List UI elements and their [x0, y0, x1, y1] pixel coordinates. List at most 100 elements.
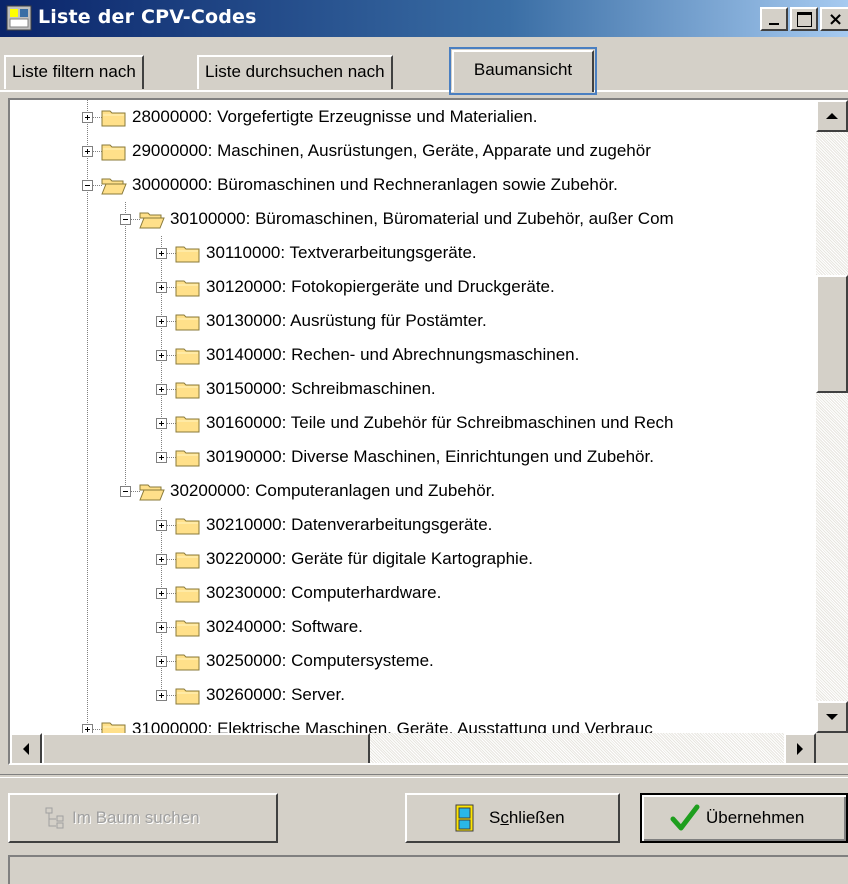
tab-search[interactable]: Liste durchsuchen nach [197, 55, 393, 89]
tree-node-label[interactable]: 30250000: Computersysteme. [206, 651, 434, 671]
vertical-scroll-thumb[interactable] [816, 275, 848, 393]
folder-icon [175, 314, 200, 331]
expand-icon[interactable] [82, 724, 93, 733]
tree-node[interactable]: 28000000: Vorgefertigte Erzeugnisse und … [10, 100, 816, 134]
tab-filter-label: Liste filtern nach [12, 62, 136, 81]
tree-node-label[interactable]: 30140000: Rechen- und Abrechnungsmaschin… [206, 345, 579, 365]
expand-icon[interactable] [156, 316, 167, 327]
open-folder-icon [101, 178, 127, 195]
tree-node-label[interactable]: 30000000: Büromaschinen und Rechneranlag… [132, 175, 618, 195]
tree-node-label[interactable]: 30190000: Diverse Maschinen, Einrichtung… [206, 447, 654, 467]
expand-icon[interactable] [82, 146, 93, 157]
tree-node[interactable]: 30160000: Teile und Zubehör für Schreibm… [10, 406, 816, 440]
expand-icon[interactable] [156, 282, 167, 293]
folder-icon [101, 144, 126, 161]
expand-icon[interactable] [156, 452, 167, 463]
tree-node[interactable]: 30220000: Geräte für digitale Kartograph… [10, 542, 816, 576]
tree-node[interactable]: 30210000: Datenverarbeitungsgeräte. [10, 508, 816, 542]
apply-button-label: Übernehmen [706, 808, 805, 827]
tab-panel-border [0, 90, 848, 92]
tree-node[interactable]: 30150000: Schreibmaschinen. [10, 372, 816, 406]
folder-icon [175, 280, 200, 297]
tree-node[interactable]: 30240000: Software. [10, 610, 816, 644]
expand-icon[interactable] [156, 520, 167, 531]
expand-icon[interactable] [156, 588, 167, 599]
tree-node-label[interactable]: 30240000: Software. [206, 617, 363, 637]
tree-node[interactable]: 30190000: Diverse Maschinen, Einrichtung… [10, 440, 816, 474]
collapse-icon[interactable] [120, 486, 131, 497]
horizontal-scroll-thumb[interactable] [42, 733, 370, 763]
apply-button[interactable]: Übernehmen [640, 793, 848, 843]
tree-node[interactable]: 30120000: Fotokopiergeräte und Druckgerä… [10, 270, 816, 304]
open-folder-icon [139, 212, 165, 229]
maximize-icon [797, 12, 812, 27]
expand-icon[interactable] [156, 656, 167, 667]
close-button[interactable]: Schließen [405, 793, 620, 843]
folder-icon [101, 110, 126, 127]
tree-node[interactable]: 30110000: Textverarbeitungsgeräte. [10, 236, 816, 270]
tree-node-label[interactable]: 30100000: Büromaschinen, Büromaterial un… [170, 209, 674, 229]
scroll-up-button[interactable] [816, 100, 848, 132]
tree-node[interactable]: 30260000: Server. [10, 678, 816, 712]
tree-node-label[interactable]: 30120000: Fotokopiergeräte und Druckgerä… [206, 277, 555, 297]
scroll-down-button[interactable] [816, 701, 848, 733]
expand-icon[interactable] [156, 248, 167, 259]
tree-node-label[interactable]: 30220000: Geräte für digitale Kartograph… [206, 549, 533, 569]
tree-node[interactable]: 30140000: Rechen- und Abrechnungsmaschin… [10, 338, 816, 372]
folder-icon [101, 722, 126, 733]
expand-icon[interactable] [156, 554, 167, 565]
tab-search-label: Liste durchsuchen nach [205, 62, 385, 81]
tree-node-label[interactable]: 31000000: Elektrische Maschinen, Geräte,… [132, 719, 653, 733]
tree-node-label[interactable]: 30260000: Server. [206, 685, 345, 705]
minimize-icon [769, 23, 779, 25]
tree-node[interactable]: 31000000: Elektrische Maschinen, Geräte,… [10, 712, 816, 733]
collapse-icon[interactable] [82, 180, 93, 191]
tree-node[interactable]: 29000000: Maschinen, Ausrüstungen, Gerät… [10, 134, 816, 168]
tree-node[interactable]: 30130000: Ausrüstung für Postämter. [10, 304, 816, 338]
folder-icon [175, 620, 200, 637]
close-window-button[interactable]: × [820, 7, 848, 31]
tree-node-label[interactable]: 29000000: Maschinen, Ausrüstungen, Gerät… [132, 141, 651, 161]
tree-node[interactable]: 30100000: Büromaschinen, Büromaterial un… [10, 202, 816, 236]
tree-node-label[interactable]: 30110000: Textverarbeitungsgeräte. [206, 243, 477, 263]
collapse-icon[interactable] [120, 214, 131, 225]
close-label-accelerator: c [500, 808, 509, 827]
arrow-down-icon [826, 714, 838, 720]
scroll-left-button[interactable] [10, 733, 42, 763]
tree-node[interactable]: 30250000: Computersysteme. [10, 644, 816, 678]
tree-node-label[interactable]: 28000000: Vorgefertigte Erzeugnisse und … [132, 107, 537, 127]
expand-icon[interactable] [156, 622, 167, 633]
close-button-label: Schließen [489, 808, 565, 828]
expand-icon[interactable] [156, 350, 167, 361]
tree-node-label[interactable]: 30200000: Computeranlagen und Zubehör. [170, 481, 495, 501]
scroll-right-button[interactable] [784, 733, 816, 763]
vertical-scrollbar[interactable] [816, 100, 848, 733]
scrollbar-corner [816, 733, 848, 763]
close-label-rest: hließen [508, 808, 565, 827]
tree-node-label[interactable]: 30230000: Computerhardware. [206, 583, 441, 603]
tree-node[interactable]: 30230000: Computerhardware. [10, 576, 816, 610]
tab-tree-view-label: Baumansicht [473, 60, 573, 79]
tree-node-label[interactable]: 30210000: Datenverarbeitungsgeräte. [206, 515, 492, 535]
tree-node[interactable]: 30000000: Büromaschinen und Rechneranlag… [10, 168, 816, 202]
expand-icon[interactable] [156, 690, 167, 701]
folder-icon [175, 348, 200, 365]
tree-node-label[interactable]: 30150000: Schreibmaschinen. [206, 379, 436, 399]
tree-content[interactable]: 28000000: Vorgefertigte Erzeugnisse und … [10, 100, 816, 733]
title-bar[interactable]: Liste der CPV-Codes × [0, 0, 848, 37]
search-in-tree-button[interactable]: Im Baum suchen [8, 793, 278, 843]
tab-filter[interactable]: Liste filtern nach [4, 55, 144, 89]
horizontal-scrollbar[interactable] [10, 733, 816, 763]
expand-icon[interactable] [156, 384, 167, 395]
tree-node-label[interactable]: 30130000: Ausrüstung für Postämter. [206, 311, 487, 331]
minimize-button[interactable] [760, 7, 788, 31]
expand-icon[interactable] [156, 418, 167, 429]
open-folder-icon [139, 484, 165, 501]
tree-node-label[interactable]: 30160000: Teile und Zubehör für Schreibm… [206, 413, 674, 433]
tab-tree-view[interactable]: Baumansicht [449, 47, 597, 95]
cpv-tree-view[interactable]: 28000000: Vorgefertigte Erzeugnisse und … [8, 98, 848, 765]
maximize-button[interactable] [790, 7, 818, 31]
arrow-up-icon [826, 113, 838, 119]
tree-node[interactable]: 30200000: Computeranlagen und Zubehör. [10, 474, 816, 508]
expand-icon[interactable] [82, 112, 93, 123]
